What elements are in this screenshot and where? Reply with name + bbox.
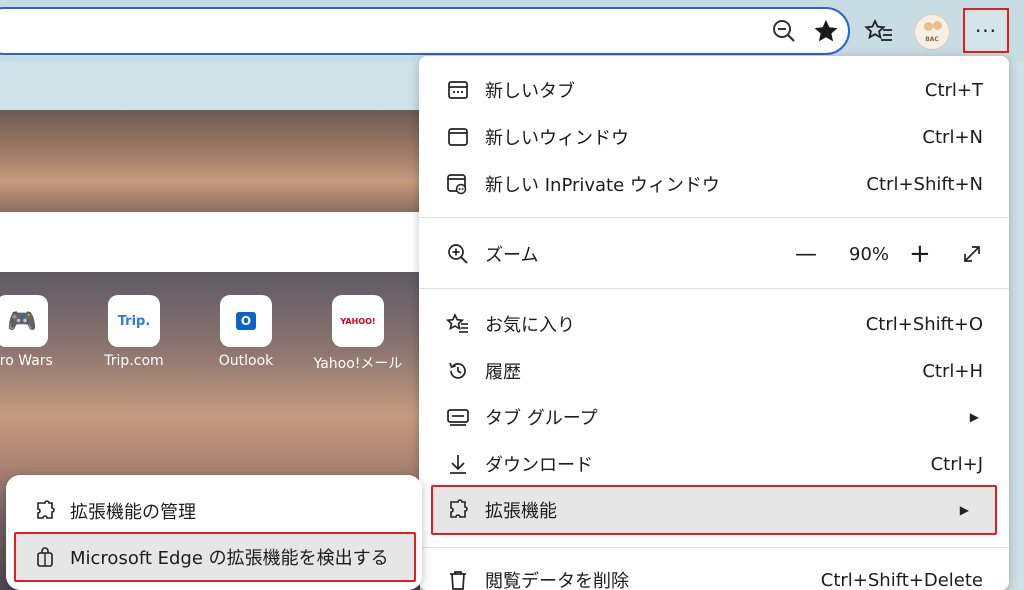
menu-item-label: 閲覧データを削除 — [485, 571, 629, 590]
menu-divider — [419, 547, 1009, 548]
zoom-out-icon[interactable] — [771, 18, 797, 44]
window-icon — [445, 124, 471, 150]
shortcut: Ctrl+Shift+O — [865, 313, 983, 335]
zoom-level: 90% — [849, 243, 890, 265]
new-tab-icon — [445, 77, 471, 103]
submenu-item-discover-content: Microsoft Edge の拡張機能を検出する — [6, 535, 422, 579]
menu-item-label: 新しい InPrivate ウィンドウ — [485, 175, 720, 196]
submenu-item-manage-extensions[interactable]: 拡張機能の管理 — [6, 489, 422, 533]
submenu-item-label: Microsoft Edge の拡張機能を検出する — [70, 548, 389, 569]
shortcut: Ctrl+T — [924, 79, 983, 101]
fullscreen-icon[interactable] — [961, 243, 983, 265]
quick-link-tile[interactable]: O Outlook — [191, 295, 301, 369]
menu-item-new-tab[interactable]: 新しいタブ Ctrl+T — [419, 68, 1009, 112]
inprivate-icon — [445, 171, 471, 197]
shortcut: Ctrl+N — [922, 126, 983, 148]
background-image — [0, 110, 420, 212]
quick-link-tile[interactable]: 🎮 ero Wars — [0, 295, 77, 369]
menu-item-label: 新しいタブ — [485, 81, 575, 102]
tile-label: ero Wars — [0, 353, 53, 369]
shopping-bag-icon — [32, 544, 58, 570]
menu-item-new-window[interactable]: 新しいウィンドウ Ctrl+N — [419, 115, 1009, 159]
settings-more-button[interactable]: ··· — [963, 8, 1009, 53]
paw-mark — [924, 22, 933, 31]
trash-icon — [445, 567, 471, 590]
menu-item-label: タブ グループ — [485, 408, 598, 429]
menu-item-label: 履歴 — [485, 362, 521, 383]
menu-item-clear-browsing-data[interactable]: 閲覧データを削除 Ctrl+Shift+Delete — [419, 558, 1009, 590]
favorites-icon — [445, 311, 471, 337]
menu-item-extensions[interactable]: 拡張機能 ▶ — [431, 485, 997, 535]
menu-item-label: ダウンロード — [485, 455, 593, 476]
tile-label: Trip.com — [104, 353, 164, 369]
star-icon[interactable] — [812, 17, 840, 45]
menu-divider — [419, 288, 1009, 289]
menu-divider — [419, 217, 1009, 218]
search-area — [0, 212, 420, 272]
zoom-icon — [445, 241, 471, 267]
tile-icon: YAHOO! — [332, 295, 384, 347]
zoom-out-button[interactable]: — — [795, 242, 817, 267]
quick-link-tile[interactable]: YAHOO! Yahoo!メール — [303, 295, 413, 373]
menu-item-tab-groups[interactable]: タブ グループ ▶ — [419, 395, 1009, 439]
history-icon — [445, 358, 471, 384]
zoom-in-button[interactable]: + — [909, 239, 931, 269]
settings-menu: 新しいタブ Ctrl+T 新しいウィンドウ Ctrl+N 新しい InPriva… — [419, 56, 1009, 590]
menu-item-favorites[interactable]: お気に入り Ctrl+Shift+O — [419, 302, 1009, 346]
submenu-item-discover-extensions[interactable]: Microsoft Edge の拡張機能を検出する — [14, 532, 416, 582]
menu-item-downloads[interactable]: ダウンロード Ctrl+J — [419, 442, 1009, 486]
browser-toolbar: BAC ··· — [0, 0, 1024, 62]
tile-label: Yahoo!メール — [313, 356, 403, 372]
puzzle-icon — [445, 497, 471, 523]
menu-item-history[interactable]: 履歴 Ctrl+H — [419, 349, 1009, 393]
tile-icon: Trip. — [108, 295, 160, 347]
puzzle-icon — [32, 498, 58, 524]
menu-item-label: お気に入り — [485, 315, 575, 336]
shortcut: Ctrl+J — [930, 453, 983, 475]
tile-icon: O — [220, 295, 272, 347]
address-bar[interactable] — [0, 7, 850, 55]
menu-item-new-inprivate[interactable]: 新しい InPrivate ウィンドウ Ctrl+Shift+N — [419, 162, 1009, 206]
tab-groups-icon — [445, 404, 471, 430]
extensions-submenu: 拡張機能の管理 Microsoft Edge の拡張機能を検出する — [6, 475, 422, 590]
tile-label: Outlook — [218, 353, 274, 369]
submenu-item-label: 拡張機能の管理 — [70, 502, 196, 523]
shortcut: Ctrl+Shift+N — [866, 173, 983, 195]
profile-text: BAC — [925, 35, 939, 43]
download-icon — [445, 451, 471, 477]
menu-item-label: 新しいウィンドウ — [485, 128, 629, 149]
menu-item-label: ズーム — [485, 245, 539, 266]
menu-item-zoom: ズーム — 90% + — [419, 232, 1009, 276]
submenu-arrow-icon: ▶ — [969, 410, 979, 424]
tile-icon: 🎮 — [0, 295, 48, 347]
menu-item-extensions-content: 拡張機能 ▶ — [419, 488, 1009, 532]
favorites-bar-icon[interactable] — [864, 18, 894, 46]
quick-link-tile[interactable]: Trip. Trip.com — [79, 295, 189, 369]
paw-mark — [933, 21, 942, 30]
shortcut: Ctrl+H — [922, 360, 983, 382]
profile-avatar[interactable]: BAC — [914, 14, 950, 50]
shortcut: Ctrl+Shift+Delete — [820, 569, 983, 590]
top-strip — [0, 62, 420, 110]
submenu-arrow-icon: ▶ — [959, 503, 969, 517]
menu-item-label: 拡張機能 — [485, 501, 557, 522]
